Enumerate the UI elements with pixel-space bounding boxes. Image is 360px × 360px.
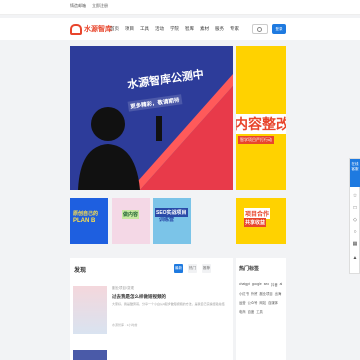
tag-item[interactable]: 出海 xyxy=(275,291,282,296)
nav-item-academy[interactable]: 学院 xyxy=(170,26,179,32)
nav-item-think-tank[interactable]: 智库 xyxy=(185,26,194,32)
side-banner[interactable]: 内容整改 智学项目严打行动 xyxy=(236,46,286,190)
thumb-subtitle: 训练营 xyxy=(159,217,175,223)
article-meta: 水源智库 · 1小时前 xyxy=(112,323,138,327)
thumb-card[interactable]: 原创自己的 PLAN B xyxy=(70,198,108,244)
tag-item[interactable]: ai xyxy=(280,282,283,287)
tag-sidebar: 热门标签 chatgpt google seo 抖音 ai 小红书 外贸 副业项… xyxy=(236,258,286,360)
sidebar-title: 热门标签 xyxy=(239,266,260,272)
login-button[interactable]: 登录 xyxy=(272,24,286,34)
tag-item[interactable]: 副业项目 xyxy=(259,291,272,296)
nav-item-assets[interactable]: 素材 xyxy=(200,26,209,32)
thumb-title: 做内容 xyxy=(122,210,140,219)
logo-text: 水源智库 xyxy=(84,26,112,33)
tag-item[interactable]: 工具 xyxy=(256,309,263,314)
tab-latest[interactable]: 最新 xyxy=(174,264,183,273)
tab-hot[interactable]: 热门 xyxy=(188,264,197,273)
nav-item-events[interactable]: 活动 xyxy=(155,26,164,32)
gift-icon[interactable]: □ xyxy=(352,205,358,211)
topbar-link-register[interactable]: 立即注册 xyxy=(92,3,108,9)
tag-item[interactable]: 百度 xyxy=(248,309,255,314)
main-nav: 水源智库 首页 项目 工具 活动 学院 智库 素材 服务 专家 登录 xyxy=(0,18,360,40)
search-icon xyxy=(257,27,262,32)
section-title: 发现 xyxy=(74,268,87,274)
tag-item[interactable]: 网站 xyxy=(259,300,266,305)
thumb-subtitle: 共享收益 xyxy=(244,218,267,227)
tag-item[interactable]: 外贸 xyxy=(251,291,258,296)
tag-list: chatgpt google seo 抖音 ai 小红书 外贸 副业项目 出海 … xyxy=(239,282,285,318)
phone-icon[interactable]: ○ xyxy=(352,229,358,235)
nav-item-tools[interactable]: 工具 xyxy=(140,26,149,32)
tag-item[interactable]: google xyxy=(252,282,262,287)
thumb-card[interactable]: 项目合作 共享收益 xyxy=(236,198,286,244)
back-to-top-icon[interactable]: ▲ xyxy=(352,255,358,261)
qr-code-icon[interactable]: ▦ xyxy=(352,241,358,247)
chat-icon[interactable]: ◇ xyxy=(352,217,358,223)
tag-item[interactable]: 自媒体 xyxy=(268,300,278,305)
side-banner-subtitle: 智学项目严打行动 xyxy=(238,136,274,144)
article-category[interactable]: 副业项目/变现 xyxy=(112,286,134,291)
bookmark-icon[interactable]: ☆ xyxy=(352,193,358,199)
topbar-link-email[interactable]: 铸造邮箱 xyxy=(70,3,86,9)
tag-item[interactable]: 抖音 xyxy=(271,282,278,287)
thumb-subtitle: PLAN B xyxy=(73,218,96,224)
tag-item[interactable]: 电商 xyxy=(239,309,246,314)
nav-item-home[interactable]: 首页 xyxy=(110,26,119,32)
nav-item-services[interactable]: 服务 xyxy=(215,26,224,32)
thumb-card[interactable]: SEO实战项目 训练营 xyxy=(153,198,191,244)
logo[interactable]: 水源智库 xyxy=(70,23,112,35)
side-banner-title: 内容整改 xyxy=(236,114,286,134)
tag-item[interactable]: chatgpt xyxy=(239,282,250,287)
floating-toolbar: 在线客服 ☆ □ ◇ ○ ▦ ▲ xyxy=(349,158,360,274)
tab-recommend[interactable]: 推荐 xyxy=(202,264,211,273)
nav-item-experts[interactable]: 专家 xyxy=(230,26,239,32)
tag-item[interactable]: 小红书 xyxy=(239,291,249,296)
banner-art xyxy=(70,46,233,190)
thumb-card[interactable]: 做内容 xyxy=(112,198,150,244)
tag-item[interactable]: 运营 xyxy=(239,300,246,305)
nav-item-projects[interactable]: 项目 xyxy=(125,26,134,32)
article-thumbnail[interactable] xyxy=(73,350,107,360)
nav-menu: 首页 项目 工具 活动 学院 智库 素材 服务 专家 xyxy=(110,26,245,32)
tag-item[interactable]: 公众号 xyxy=(248,300,258,305)
top-bar: 铸造邮箱 立即注册 xyxy=(0,0,360,15)
tag-item[interactable]: seo xyxy=(264,282,269,287)
search-button[interactable] xyxy=(252,24,268,34)
article-title[interactable]: 过去我是怎么样做短视频的 xyxy=(112,294,166,300)
thumb-title: 原创自己的 xyxy=(73,211,99,217)
article-thumbnail[interactable] xyxy=(73,286,107,334)
logo-icon xyxy=(70,23,82,35)
article-description: 大家好，我是酷男哥，分享一个小白从0起步做短视频的方法，是我自己实操经验总结 xyxy=(112,302,225,306)
hero-banner[interactable]: 水源智库公测中 更多精彩，敬请期待 xyxy=(70,46,233,190)
customer-service-button[interactable]: 在线客服 xyxy=(350,159,360,187)
discover-panel: 发现 最新 热门 推荐 副业项目/变现 过去我是怎么样做短视频的 大家好，我是酷… xyxy=(70,258,233,360)
